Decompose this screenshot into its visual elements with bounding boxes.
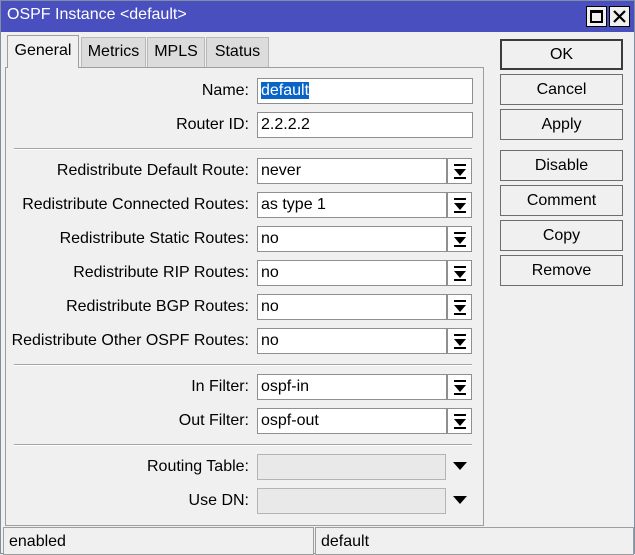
- copy-button[interactable]: Copy: [500, 220, 623, 251]
- cancel-button[interactable]: Cancel: [500, 74, 623, 105]
- maximize-button[interactable]: [586, 6, 607, 27]
- redistribute-bgp-dropdown[interactable]: [447, 294, 472, 320]
- name-value: default: [261, 82, 310, 99]
- redistribute-bgp-value: no: [261, 298, 279, 315]
- close-button[interactable]: [609, 6, 630, 27]
- title-bar[interactable]: OSPF Instance <default>: [1, 1, 634, 32]
- redistribute-default-field[interactable]: never: [257, 158, 447, 184]
- router-id-field[interactable]: 2.2.2.2: [257, 112, 473, 138]
- tab-metrics[interactable]: Metrics: [81, 37, 146, 67]
- redistribute-rip-label: Redistribute RIP Routes:: [73, 264, 249, 281]
- dropdown-arrow-icon: [454, 380, 466, 395]
- redistribute-connected-field[interactable]: as type 1: [257, 192, 447, 218]
- use-dn-field[interactable]: [257, 488, 446, 514]
- redistribute-connected-dropdown[interactable]: [447, 192, 472, 218]
- redistribute-default-value: never: [261, 162, 302, 179]
- dropdown-arrow-icon: [454, 334, 466, 349]
- status-instance-name-text: default: [321, 533, 370, 550]
- remove-button[interactable]: Remove: [500, 255, 623, 286]
- redistribute-rip-field[interactable]: no: [257, 260, 447, 286]
- redistribute-static-dropdown[interactable]: [447, 226, 472, 252]
- chevron-down-icon: [453, 496, 467, 504]
- apply-button[interactable]: Apply: [500, 109, 623, 140]
- status-enabled-text: enabled: [9, 533, 66, 550]
- ospf-instance-window: OSPF Instance <default> General Metrics …: [0, 0, 635, 555]
- maximize-icon: [590, 10, 603, 23]
- name-field[interactable]: default: [257, 78, 473, 104]
- tab-general[interactable]: General: [7, 35, 79, 68]
- tab-metrics-label: Metrics: [87, 43, 140, 60]
- comment-button[interactable]: Comment: [500, 185, 623, 216]
- dropdown-arrow-icon: [454, 198, 466, 213]
- routing-table-dropdown[interactable]: [448, 455, 472, 479]
- dropdown-arrow-icon: [454, 164, 466, 179]
- dropdown-arrow-icon: [454, 414, 466, 429]
- name-label: Name:: [201, 82, 249, 99]
- redistribute-static-label: Redistribute Static Routes:: [59, 230, 249, 247]
- redistribute-other-ospf-value: no: [261, 332, 279, 349]
- redistribute-bgp-label: Redistribute BGP Routes:: [66, 298, 249, 315]
- routing-table-label: Routing Table:: [147, 458, 249, 475]
- out-filter-label: Out Filter:: [178, 412, 249, 429]
- tab-general-label: General: [14, 42, 72, 59]
- out-filter-field[interactable]: ospf-out: [257, 408, 447, 434]
- in-filter-dropdown[interactable]: [447, 374, 472, 400]
- redistribute-connected-label: Redistribute Connected Routes:: [22, 196, 249, 213]
- dropdown-arrow-icon: [454, 266, 466, 281]
- separator: [14, 444, 472, 446]
- status-enabled: enabled: [3, 527, 314, 555]
- use-dn-dropdown[interactable]: [448, 489, 472, 513]
- separator: [14, 148, 472, 150]
- use-dn-label: Use DN:: [188, 492, 249, 509]
- redistribute-other-ospf-field[interactable]: no: [257, 328, 447, 354]
- dropdown-arrow-icon: [454, 300, 466, 315]
- separator: [14, 364, 472, 366]
- tab-status-label: Status: [214, 43, 261, 60]
- in-filter-label: In Filter:: [191, 378, 249, 395]
- redistribute-other-ospf-dropdown[interactable]: [447, 328, 472, 354]
- tab-status[interactable]: Status: [206, 37, 269, 67]
- dropdown-arrow-icon: [454, 232, 466, 247]
- disable-button[interactable]: Disable: [500, 150, 623, 181]
- chevron-down-icon: [453, 462, 467, 470]
- redistribute-default-dropdown[interactable]: [447, 158, 472, 184]
- redistribute-connected-value: as type 1: [261, 196, 326, 213]
- window-title: OSPF Instance <default>: [7, 6, 187, 23]
- status-instance-name: default: [315, 527, 634, 555]
- in-filter-field[interactable]: ospf-in: [257, 374, 447, 400]
- redistribute-rip-value: no: [261, 264, 279, 281]
- redistribute-other-ospf-label: Redistribute Other OSPF Routes:: [11, 332, 249, 349]
- redistribute-default-label: Redistribute Default Route:: [56, 162, 249, 179]
- router-id-value: 2.2.2.2: [261, 116, 310, 133]
- tab-mpls-label: MPLS: [154, 43, 198, 60]
- out-filter-dropdown[interactable]: [447, 408, 472, 434]
- close-icon: [613, 10, 626, 23]
- in-filter-value: ospf-in: [261, 378, 310, 395]
- redistribute-static-field[interactable]: no: [257, 226, 447, 252]
- routing-table-field[interactable]: [257, 454, 446, 480]
- redistribute-bgp-field[interactable]: no: [257, 294, 447, 320]
- router-id-label: Router ID:: [176, 116, 249, 133]
- out-filter-value: ospf-out: [261, 412, 319, 429]
- tab-mpls[interactable]: MPLS: [147, 37, 205, 67]
- ok-button[interactable]: OK: [500, 39, 623, 70]
- redistribute-rip-dropdown[interactable]: [447, 260, 472, 286]
- redistribute-static-value: no: [261, 230, 279, 247]
